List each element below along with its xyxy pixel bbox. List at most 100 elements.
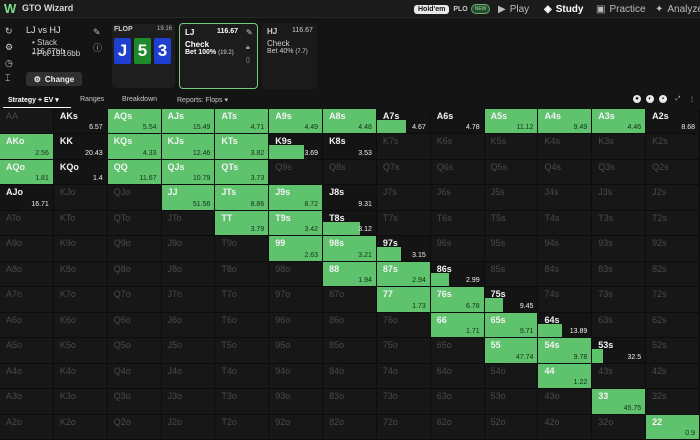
hand-cell-65s[interactable]: 65s 9.71 bbox=[484, 312, 539, 339]
hand-cell-82s[interactable]: 82s bbox=[646, 261, 700, 288]
hand-cell-JTs[interactable]: JTs 8.86 bbox=[215, 185, 270, 211]
hand-cell-A7o[interactable]: A7o bbox=[0, 287, 54, 313]
hand-cell-93o[interactable]: 93o bbox=[269, 389, 324, 415]
hand-cell-98s[interactable]: 98s 3.21 bbox=[323, 236, 377, 262]
hand-cell-93s[interactable]: 93s bbox=[592, 236, 647, 262]
nav-practice[interactable]: ▣ Practice bbox=[596, 2, 646, 16]
change-button[interactable]: ⚙ Change bbox=[26, 72, 82, 86]
hand-cell-K9s[interactable]: K9s 3.69 bbox=[269, 134, 324, 160]
hand-cell-74o[interactable]: 74o bbox=[376, 363, 431, 390]
hand-cell-J3s[interactable]: J3s bbox=[592, 185, 647, 211]
tab-strategy-ev[interactable]: Strategy + EV ▾ bbox=[8, 96, 59, 104]
hand-cell-J6o[interactable]: J6o bbox=[161, 312, 216, 339]
hand-cell-85o[interactable]: 85o bbox=[323, 338, 377, 364]
hand-cell-AQs[interactable]: AQs 5.54 bbox=[107, 109, 162, 135]
hand-cell-94o[interactable]: 94o bbox=[269, 363, 324, 390]
hand-cell-63s[interactable]: 63s bbox=[592, 312, 647, 339]
hand-cell-T2s[interactable]: T2s bbox=[646, 210, 700, 237]
hand-cell-82o[interactable]: 82o bbox=[323, 414, 377, 440]
hand-cell-Q5s[interactable]: Q5s bbox=[484, 159, 539, 186]
hand-cell-52s[interactable]: 52s bbox=[646, 338, 700, 364]
hand-cell-55[interactable]: 55 47.74 bbox=[484, 338, 539, 364]
hand-cell-J8s[interactable]: J8s 9.31 bbox=[323, 185, 377, 211]
hand-cell-K8s[interactable]: K8s 3.53 bbox=[323, 134, 377, 160]
nav-play[interactable]: ▶ Play bbox=[498, 2, 529, 16]
hand-cell-J7o[interactable]: J7o bbox=[161, 287, 216, 313]
hand-cell-85s[interactable]: 85s bbox=[484, 261, 539, 288]
hand-cell-J2o[interactable]: J2o bbox=[161, 414, 216, 440]
nav-analyze[interactable]: ✦ Analyze bbox=[655, 2, 700, 16]
hand-cell-T3s[interactable]: T3s bbox=[592, 210, 647, 237]
hand-cell-J7s[interactable]: J7s bbox=[376, 185, 431, 211]
hand-cell-A4s[interactable]: A4s 9.49 bbox=[538, 109, 593, 135]
tab-breakdown[interactable]: Breakdown bbox=[122, 96, 157, 103]
hand-cell-88[interactable]: 88 1.94 bbox=[323, 261, 377, 288]
hand-cell-K5o[interactable]: K5o bbox=[53, 338, 108, 364]
hand-cell-32s[interactable]: 32s bbox=[646, 389, 700, 415]
hand-cell-65o[interactable]: 65o bbox=[430, 338, 485, 364]
hand-cell-K9o[interactable]: K9o bbox=[53, 236, 108, 262]
hand-cell-84s[interactable]: 84s bbox=[538, 261, 593, 288]
hand-cell-42s[interactable]: 42s bbox=[646, 363, 700, 390]
hand-cell-T7o[interactable]: T7o bbox=[215, 287, 270, 313]
hand-cell-77[interactable]: 77 1.73 bbox=[376, 287, 431, 313]
holdem-toggle[interactable]: Hold'em bbox=[414, 4, 450, 14]
edit-icon[interactable]: ✎ bbox=[93, 27, 101, 38]
hand-cell-32o[interactable]: 32o bbox=[592, 414, 647, 440]
hand-cell-KTs[interactable]: KTs 3.82 bbox=[215, 134, 270, 160]
lj-action-check[interactable]: Check bbox=[185, 40, 209, 49]
hand-cell-73s[interactable]: 73s bbox=[592, 287, 647, 313]
zoom-icon[interactable]: ⤢ bbox=[674, 95, 682, 103]
hand-cell-A8s[interactable]: A8s 4.48 bbox=[323, 109, 377, 135]
hand-cell-43o[interactable]: 43o bbox=[538, 389, 593, 415]
hand-cell-KK[interactable]: KK 20.43 bbox=[53, 134, 108, 160]
hand-cell-J3o[interactable]: J3o bbox=[161, 389, 216, 415]
hand-cell-96o[interactable]: 96o bbox=[269, 312, 324, 339]
hand-cell-92s[interactable]: 92s bbox=[646, 236, 700, 262]
hand-cell-64s[interactable]: 64s 13.89 bbox=[538, 312, 593, 339]
hand-cell-J9o[interactable]: J9o bbox=[161, 236, 216, 262]
hand-cell-QTs[interactable]: QTs 3.73 bbox=[215, 159, 270, 186]
hand-cell-J2s[interactable]: J2s bbox=[646, 185, 700, 211]
hand-cell-J6s[interactable]: J6s bbox=[430, 185, 485, 211]
hand-cell-Q8o[interactable]: Q8o bbox=[107, 261, 162, 288]
hand-cell-A9o[interactable]: A9o bbox=[0, 236, 54, 262]
hand-cell-K2s[interactable]: K2s bbox=[646, 134, 700, 160]
hand-cell-K2o[interactable]: K2o bbox=[53, 414, 108, 440]
hand-cell-AA[interactable]: AA bbox=[0, 109, 54, 135]
hand-cell-72s[interactable]: 72s bbox=[646, 287, 700, 313]
hand-cell-73o[interactable]: 73o bbox=[376, 389, 431, 415]
pencil-icon[interactable]: ✎ bbox=[246, 28, 253, 37]
hand-cell-76o[interactable]: 76o bbox=[376, 312, 431, 339]
refresh-icon[interactable]: ↻ bbox=[5, 27, 14, 36]
info-icon[interactable]: ⓘ bbox=[93, 41, 102, 54]
hand-cell-T5s[interactable]: T5s bbox=[484, 210, 539, 237]
hand-cell-87o[interactable]: 87o bbox=[323, 287, 377, 313]
hand-cell-AJo[interactable]: AJo 16.71 bbox=[0, 185, 54, 211]
nav-study[interactable]: ◈ Study bbox=[544, 2, 583, 16]
hand-cell-22[interactable]: 22 0.9 bbox=[646, 414, 700, 440]
gto-wizard-logo-icon[interactable]: W bbox=[4, 2, 20, 16]
hand-cell-A5s[interactable]: A5s 11.12 bbox=[484, 109, 539, 135]
hand-cell-53s[interactable]: 53s 32.5 bbox=[592, 338, 647, 364]
hand-cell-84o[interactable]: 84o bbox=[323, 363, 377, 390]
hand-cell-Q9o[interactable]: Q9o bbox=[107, 236, 162, 262]
hand-cell-QTo[interactable]: QTo bbox=[107, 210, 162, 237]
view-mode-3-icon[interactable]: ▪ bbox=[659, 95, 667, 103]
hand-cell-KQo[interactable]: KQo 1.4 bbox=[53, 159, 108, 186]
lj-action-bet[interactable]: Bet 100% (19.2) bbox=[185, 49, 234, 56]
hand-cell-K3s[interactable]: K3s bbox=[592, 134, 647, 160]
hand-cell-64o[interactable]: 64o bbox=[430, 363, 485, 390]
view-mode-1-icon[interactable]: ● bbox=[633, 95, 641, 103]
hand-cell-A3o[interactable]: A3o bbox=[0, 389, 54, 415]
hand-cell-JJ[interactable]: JJ 51.56 bbox=[161, 185, 216, 211]
hand-cell-A3s[interactable]: A3s 4.46 bbox=[592, 109, 647, 135]
hj-action-panel[interactable]: HJ 116.67 Check Bet 40% (7.7) bbox=[262, 23, 317, 89]
hand-cell-83s[interactable]: 83s bbox=[592, 261, 647, 288]
hand-cell-ATo[interactable]: ATo bbox=[0, 210, 54, 237]
hand-cell-AKo[interactable]: AKo 2.56 bbox=[0, 134, 54, 160]
hand-cell-T9o[interactable]: T9o bbox=[215, 236, 270, 262]
hand-cell-Q6s[interactable]: Q6s bbox=[430, 159, 485, 186]
hand-cell-T4o[interactable]: T4o bbox=[215, 363, 270, 390]
hand-cell-K8o[interactable]: K8o bbox=[53, 261, 108, 288]
